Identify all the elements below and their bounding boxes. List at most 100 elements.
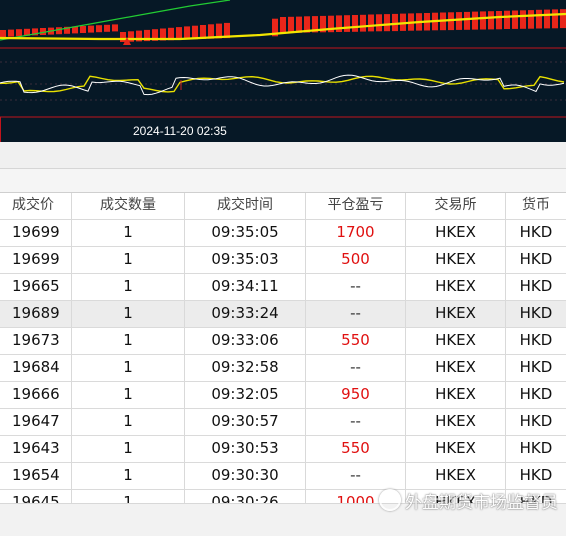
price-cell: 19654	[0, 463, 72, 489]
candle-bar	[496, 11, 502, 30]
candle-bar	[16, 29, 22, 37]
price-chart-panel[interactable]: 2024-11-20 02:35	[0, 0, 566, 142]
chart-canvas[interactable]: 2024-11-20 02:35	[0, 0, 566, 142]
candle-bar	[120, 32, 126, 42]
quantity-cell: 1	[72, 382, 185, 408]
candle-bar	[472, 11, 478, 30]
table-row[interactable]: 19666 1 09:32:05 950 HKEX HKD	[0, 382, 566, 409]
candle-bar	[456, 12, 462, 30]
currency-cell: HKD	[519, 358, 553, 376]
exchange-cell: HKEX	[406, 301, 506, 327]
trade-rows: 19699 1 09:35:05 1700 HKEX HKD 19699 1 09:35:03 5…	[0, 220, 566, 517]
currency-cell: HKD	[519, 250, 553, 268]
candle-bar	[128, 31, 134, 42]
time-cell: 09:34:11	[185, 274, 306, 300]
column-header-quantity[interactable]: 成交数量	[72, 193, 185, 219]
pnl-cell: 1700	[306, 220, 406, 246]
candle-bar	[480, 11, 486, 30]
currency-cell: HKD	[519, 385, 553, 403]
candle-bar	[296, 16, 302, 33]
time-cell: 09:30:53	[185, 436, 306, 462]
candle-bar	[544, 9, 550, 29]
currency-cell: HKD	[519, 331, 553, 349]
table-row[interactable]: 19665 1 09:34:11 -- HKEX HKD	[0, 274, 566, 301]
candle-bars	[0, 9, 566, 42]
oscillator-grid	[0, 61, 566, 101]
time-cell: 09:33:24	[185, 301, 306, 327]
watermark-text: 外盘期货市场监督员	[405, 493, 558, 513]
candle-bar	[104, 24, 110, 32]
watermark: 外盘期货市场监督员	[379, 488, 558, 513]
trade-list-table: 成交价 成交数量 成交时间 平仓盈亏 交易所 货币 19699 1 09:35:05…	[0, 192, 566, 517]
table-row[interactable]: 19699 1 09:35:03 500 HKEX HKD	[0, 247, 566, 274]
candle-bar	[392, 13, 398, 32]
candle-bar	[376, 14, 382, 32]
candle-bar	[488, 11, 494, 30]
quantity-cell: 1	[72, 274, 185, 300]
candle-bar	[512, 10, 518, 29]
candle-bar	[88, 25, 94, 33]
table-row[interactable]: 19654 1 09:30:30 -- HKEX HKD	[0, 463, 566, 490]
currency-cell: HKD	[519, 466, 553, 484]
table-row[interactable]: 19647 1 09:30:57 -- HKEX HKD	[0, 409, 566, 436]
pnl-cell: 950	[306, 382, 406, 408]
panel-divider-strip	[0, 169, 566, 192]
time-cell: 09:35:05	[185, 220, 306, 246]
column-header-exchange[interactable]: 交易所	[406, 193, 506, 219]
candle-bar	[520, 10, 526, 29]
quantity-cell: 1	[72, 409, 185, 435]
currency-cell: HKD	[519, 223, 553, 241]
exchange-cell: HKEX	[406, 409, 506, 435]
exchange-cell: HKEX	[406, 382, 506, 408]
time-cell: 09:30:30	[185, 463, 306, 489]
quantity-cell: 1	[72, 220, 185, 246]
price-cell: 19689	[0, 301, 72, 327]
currency-cell: HKD	[519, 304, 553, 322]
time-cell: 09:32:05	[185, 382, 306, 408]
table-row[interactable]: 19689 1 09:33:24 -- HKEX HKD	[0, 301, 566, 328]
candle-bar	[56, 27, 62, 35]
price-cell: 19665	[0, 274, 72, 300]
column-header-currency[interactable]: 货币	[506, 193, 566, 219]
chart-toolbar-strip	[0, 142, 566, 169]
quantity-cell: 1	[72, 436, 185, 462]
time-cell: 09:30:57	[185, 409, 306, 435]
price-cell: 19643	[0, 436, 72, 462]
table-header-row: 成交价 成交数量 成交时间 平仓盈亏 交易所 货币	[0, 193, 566, 220]
price-cell: 19673	[0, 328, 72, 354]
table-row[interactable]: 19699 1 09:35:05 1700 HKEX HKD	[0, 220, 566, 247]
pnl-cell: 550	[306, 436, 406, 462]
table-row[interactable]: 19673 1 09:33:06 550 HKEX HKD	[0, 328, 566, 355]
candle-bar	[560, 9, 566, 29]
pnl-cell: --	[306, 409, 406, 435]
exchange-cell: HKEX	[406, 436, 506, 462]
pnl-cell: 500	[306, 247, 406, 273]
table-row[interactable]: 19643 1 09:30:53 550 HKEX HKD	[0, 436, 566, 463]
pnl-cell: --	[306, 355, 406, 381]
time-cell: 09:35:03	[185, 247, 306, 273]
price-cell: 19699	[0, 247, 72, 273]
time-cell: 09:32:58	[185, 355, 306, 381]
candle-bar	[80, 26, 86, 33]
column-header-price[interactable]: 成交价	[0, 193, 72, 219]
quantity-cell: 1	[72, 301, 185, 327]
candle-bar	[352, 15, 358, 32]
quantity-cell: 1	[72, 463, 185, 489]
time-cell: 09:33:06	[185, 328, 306, 354]
currency-cell: HKD	[519, 412, 553, 430]
pnl-cell: --	[306, 274, 406, 300]
candle-bar	[96, 25, 102, 33]
column-header-pnl[interactable]: 平仓盈亏	[306, 193, 406, 219]
table-row[interactable]: 19684 1 09:32:58 -- HKEX HKD	[0, 355, 566, 382]
candle-bar	[504, 10, 510, 29]
exchange-cell: HKEX	[406, 328, 506, 354]
candle-bar	[112, 24, 118, 32]
exchange-cell: HKEX	[406, 355, 506, 381]
pnl-cell: --	[306, 301, 406, 327]
candle-bar	[360, 14, 366, 32]
candle-bar	[8, 29, 14, 37]
column-header-time[interactable]: 成交时间	[185, 193, 306, 219]
candle-bar	[528, 10, 534, 29]
currency-cell: HKD	[519, 439, 553, 457]
candle-bar	[280, 17, 286, 33]
